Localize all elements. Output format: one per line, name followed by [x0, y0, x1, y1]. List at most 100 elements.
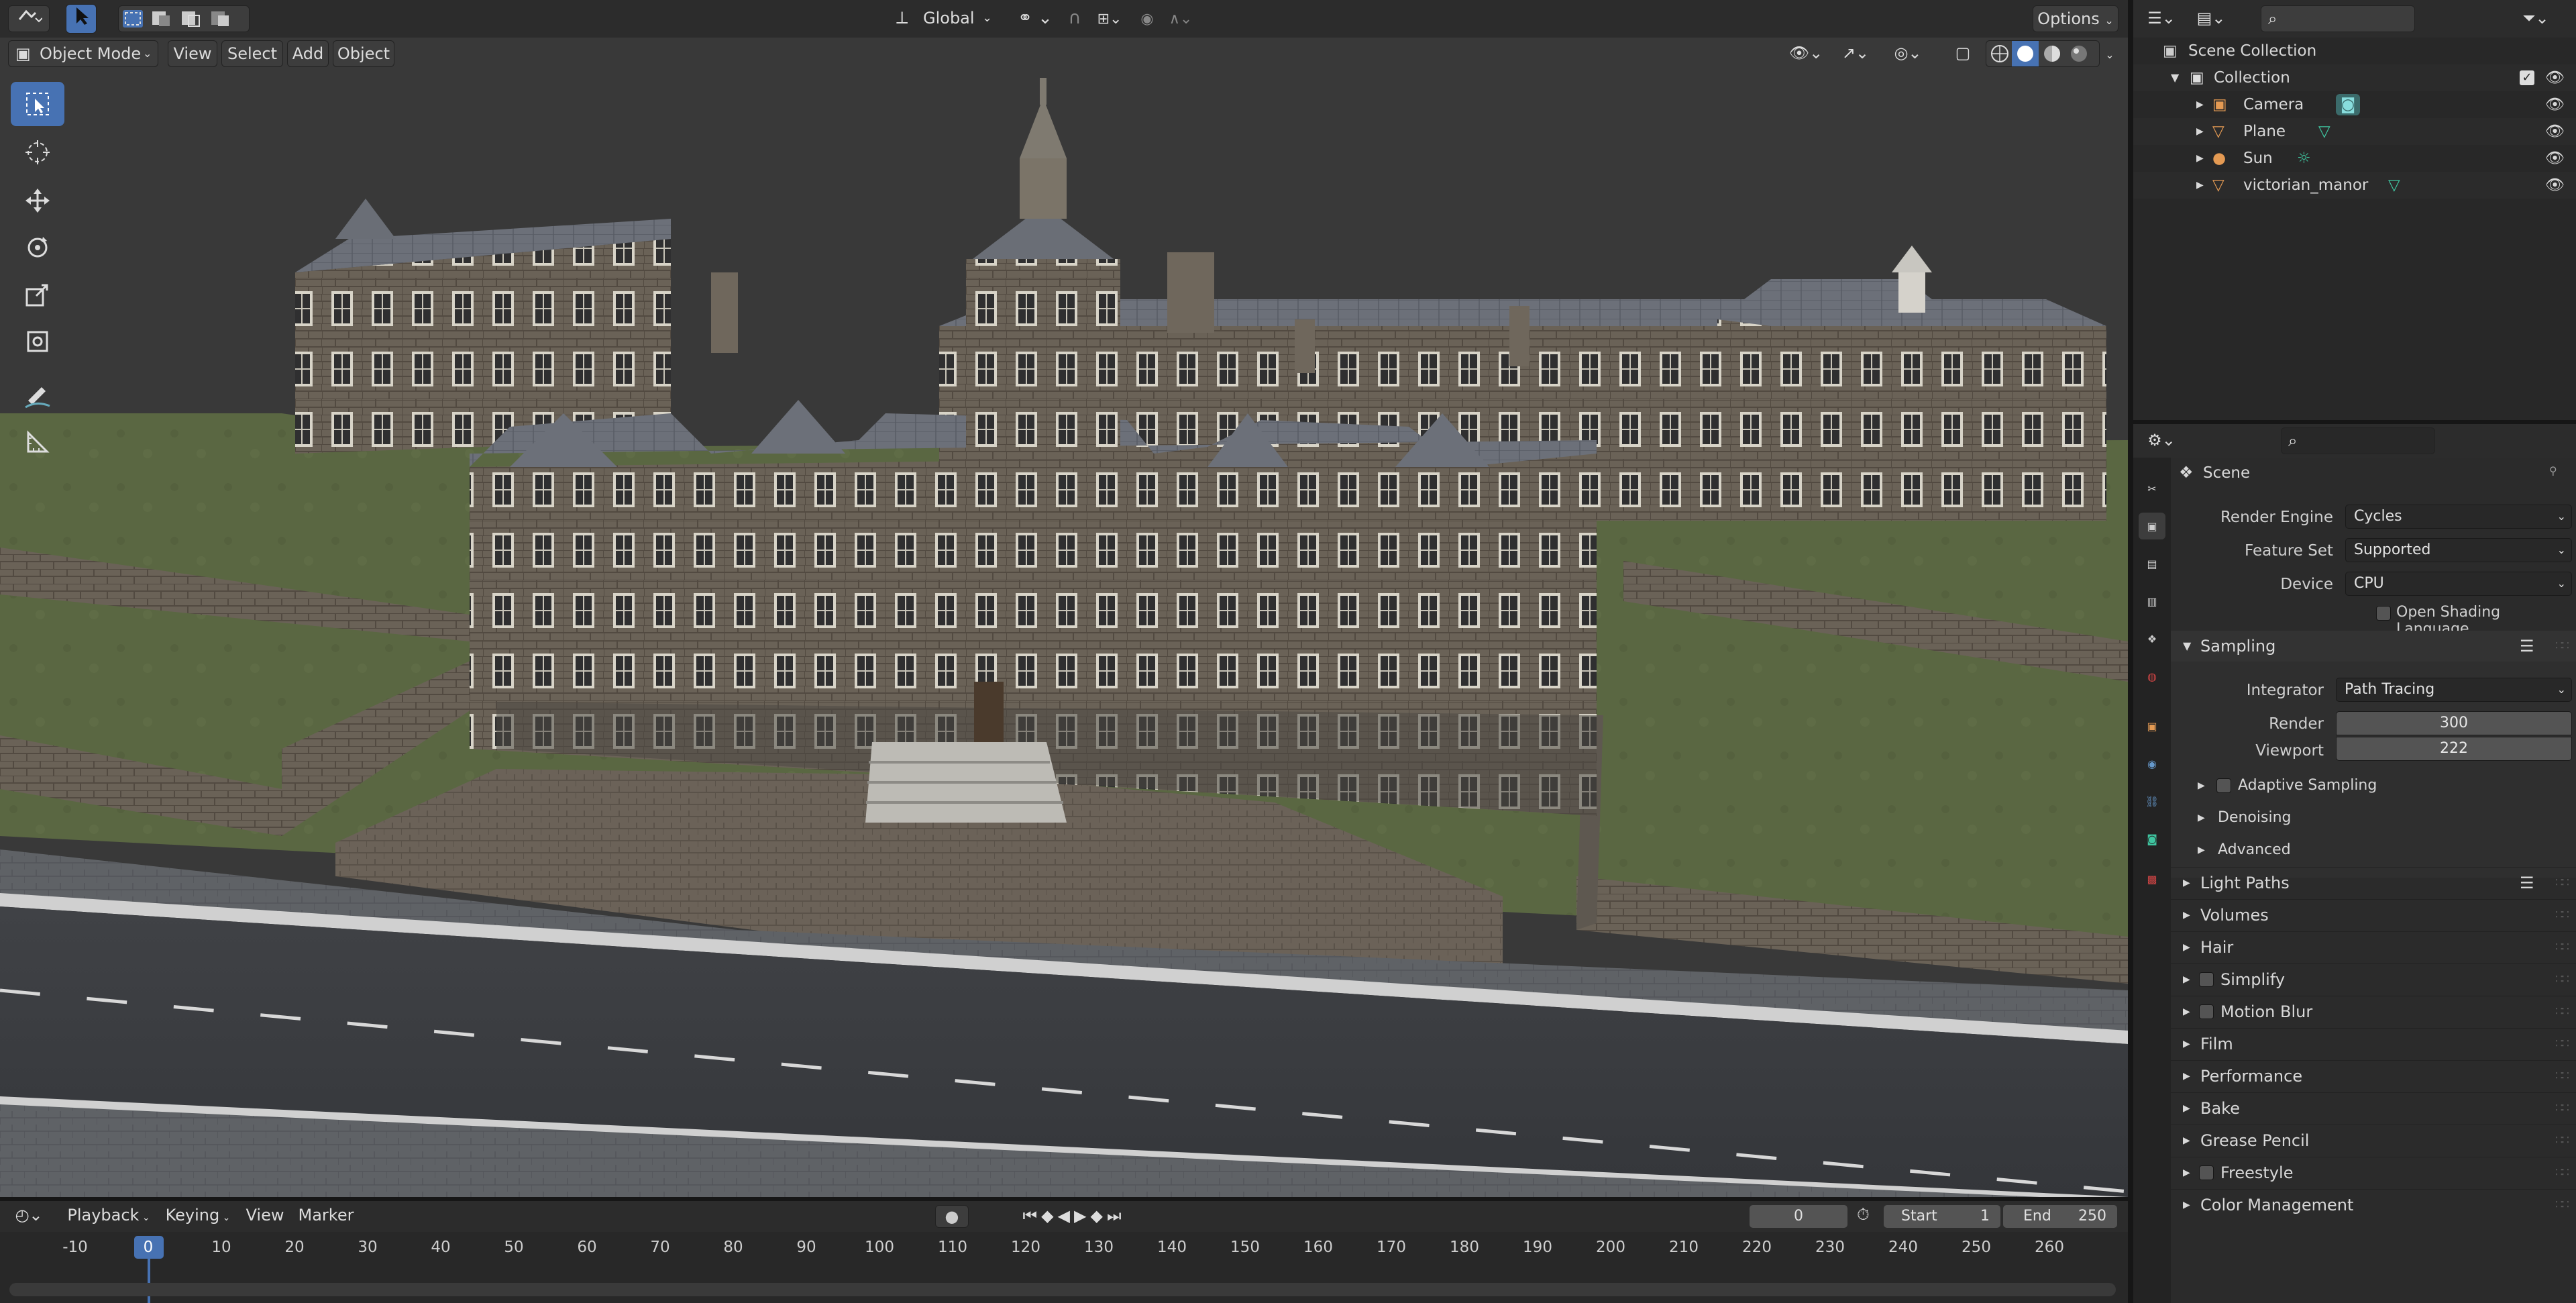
- drag-grip-icon[interactable]: ∷∷: [2555, 1125, 2569, 1156]
- subpanel-advanced[interactable]: ▶ Advanced: [2171, 835, 2576, 866]
- menu-select[interactable]: Select: [221, 40, 283, 67]
- panel-light-paths[interactable]: ▶ Light Paths ☰ ∷∷: [2171, 867, 2576, 898]
- visibility-dropdown[interactable]: 👁⌄: [1784, 40, 1827, 67]
- editor-type-button[interactable]: [8, 5, 50, 32]
- jump-end-icon[interactable]: ⏭: [1107, 1206, 1126, 1225]
- tool-measure[interactable]: [11, 420, 64, 464]
- current-frame-field[interactable]: 0: [1750, 1205, 1847, 1228]
- panel-freestyle[interactable]: ▶ Freestyle ∷∷: [2171, 1157, 2576, 1188]
- drag-grip-icon[interactable]: ∷∷: [2555, 868, 2569, 898]
- filter-dropdown[interactable]: ⏷⌄: [2509, 5, 2563, 32]
- drag-grip-icon[interactable]: ∷∷: [2555, 1190, 2569, 1220]
- shading-mode-buttons[interactable]: [1986, 40, 2100, 67]
- render-samples-field[interactable]: 300: [2336, 711, 2572, 735]
- drag-grip-icon[interactable]: ∷∷: [2555, 900, 2569, 931]
- overlays-dropdown[interactable]: ◎⌄: [1886, 40, 1929, 67]
- area-divider-horizontal[interactable]: [2133, 420, 2576, 424]
- tab-view-layer[interactable]: ▥: [2139, 588, 2165, 615]
- proportional-edit-toggle[interactable]: ◉: [1134, 5, 1161, 32]
- tab-texture[interactable]: ▩: [2139, 866, 2165, 892]
- subpanel-adaptive-sampling[interactable]: ▶ Adaptive Sampling: [2171, 770, 2576, 801]
- tab-object-data[interactable]: ◙: [2139, 825, 2165, 852]
- play-icon[interactable]: ▶: [1074, 1206, 1090, 1225]
- playback-controls[interactable]: ⏮◆◀▶◆⏭: [1000, 1205, 1148, 1228]
- panel-hair[interactable]: ▶ Hair ∷∷: [2171, 931, 2576, 962]
- tool-annotate[interactable]: [11, 373, 64, 417]
- selection-mode-buttons[interactable]: [118, 5, 250, 32]
- panel-simplify[interactable]: ▶ Simplify ∷∷: [2171, 963, 2576, 994]
- panel-sampling[interactable]: ▼ Sampling ☰ ∷∷: [2171, 631, 2576, 662]
- eye-icon[interactable]: 👁: [2545, 64, 2565, 91]
- panel-motion-blur[interactable]: ▶ Motion Blur ∷∷: [2171, 996, 2576, 1027]
- prev-keyframe-icon[interactable]: ◆: [1041, 1206, 1057, 1225]
- properties-search-input[interactable]: ⌕: [2281, 427, 2435, 454]
- integrator-dropdown[interactable]: Path Tracing ⌄: [2336, 678, 2572, 702]
- timeline-editor-type[interactable]: ◴⌄: [8, 1204, 50, 1228]
- menu-object[interactable]: Object: [333, 40, 394, 67]
- proportional-falloff-dropdown[interactable]: ∧⌄: [1163, 5, 1198, 32]
- next-keyframe-icon[interactable]: ◆: [1090, 1206, 1106, 1225]
- tab-tool[interactable]: ✂: [2139, 475, 2165, 502]
- freestyle-checkbox[interactable]: [2199, 1165, 2214, 1180]
- panel-bake[interactable]: ▶ Bake ∷∷: [2171, 1092, 2576, 1123]
- drag-grip-icon[interactable]: ∷∷: [2555, 1157, 2569, 1188]
- render-engine-dropdown[interactable]: Cycles ⌄: [2345, 505, 2572, 529]
- viewport-samples-field[interactable]: 222: [2336, 737, 2572, 761]
- stopwatch-icon[interactable]: ⏱: [1857, 1205, 1870, 1224]
- timeline-ruler[interactable]: -10 0 10 20 30 40 50 60 70 80 90 100 110 120 130 140 150…: [0, 1232, 2128, 1303]
- play-reverse-icon[interactable]: ◀: [1058, 1206, 1074, 1225]
- tab-object[interactable]: ▣: [2139, 713, 2165, 739]
- drag-grip-icon[interactable]: ∷∷: [2555, 1093, 2569, 1124]
- drag-grip-icon[interactable]: ∷∷: [2555, 631, 2569, 662]
- menu-marker[interactable]: Marker: [294, 1204, 358, 1228]
- menu-playback[interactable]: Playback ⌄: [62, 1204, 156, 1228]
- eye-icon[interactable]: 👁: [2545, 145, 2565, 172]
- pivot-point-dropdown[interactable]: ⚭ ⌄: [1012, 5, 1059, 32]
- tool-select-box[interactable]: [11, 82, 64, 126]
- tool-scale[interactable]: [11, 272, 64, 317]
- panel-color-management[interactable]: ▶ Color Management ∷∷: [2171, 1189, 2576, 1220]
- display-mode-dropdown[interactable]: ▤⌄: [2191, 5, 2231, 32]
- feature-set-dropdown[interactable]: Supported ⌄: [2345, 538, 2572, 562]
- presets-list-icon[interactable]: ☰: [2520, 868, 2534, 898]
- outliner-row-sun[interactable]: ▶ ● Sun ☼ 👁: [2133, 145, 2576, 172]
- outliner-editor-type[interactable]: ☰⌄: [2141, 5, 2182, 32]
- properties-editor-type[interactable]: ⚙⌄: [2141, 427, 2182, 454]
- tool-transform[interactable]: [11, 319, 64, 364]
- tool-cursor[interactable]: [11, 130, 64, 174]
- outliner-search-input[interactable]: ⌕: [2261, 5, 2415, 32]
- area-divider-timeline[interactable]: [0, 1197, 2128, 1201]
- osl-checkbox[interactable]: [2376, 606, 2391, 621]
- playhead-line[interactable]: [148, 1259, 150, 1303]
- adaptive-sampling-checkbox[interactable]: [2216, 778, 2231, 793]
- outliner-row-scene-collection[interactable]: ▣ Scene Collection: [2133, 38, 2576, 64]
- tab-modifiers[interactable]: ◉: [2139, 750, 2165, 777]
- tab-constraints[interactable]: ⛓: [2139, 788, 2165, 815]
- outliner-row-collection[interactable]: ▼ ▣ Collection ✓ 👁: [2133, 64, 2576, 91]
- drag-grip-icon[interactable]: ∷∷: [2555, 996, 2569, 1027]
- outliner-row-victorian-manor[interactable]: ▶ ▽ victorian_manor ▽ 👁: [2133, 172, 2576, 199]
- subpanel-denoising[interactable]: ▶ Denoising: [2171, 802, 2576, 833]
- tab-output[interactable]: ▤: [2139, 550, 2165, 577]
- tab-world[interactable]: ◍: [2139, 663, 2165, 690]
- pin-icon[interactable]: ⚲: [2549, 464, 2557, 477]
- menu-view[interactable]: View: [168, 40, 217, 67]
- transform-orientation-dropdown[interactable]: ⟂ Global ⌄: [892, 5, 1000, 32]
- panel-performance[interactable]: ▶ Performance ∷∷: [2171, 1060, 2576, 1091]
- drag-grip-icon[interactable]: ∷∷: [2555, 964, 2569, 995]
- 3d-viewport[interactable]: ▣ Object Mode ⌄ View Select Add Object 👁…: [0, 38, 2128, 1201]
- menu-keying[interactable]: Keying ⌄: [158, 1204, 237, 1228]
- end-frame-field[interactable]: End 250: [2003, 1205, 2117, 1228]
- tool-rotate[interactable]: [11, 225, 64, 270]
- jump-start-icon[interactable]: ⏮: [1022, 1206, 1041, 1225]
- menu-add[interactable]: Add: [287, 40, 329, 67]
- eye-icon[interactable]: 👁: [2545, 172, 2565, 199]
- drag-grip-icon[interactable]: ∷∷: [2555, 1061, 2569, 1092]
- shading-options-dropdown[interactable]: ⌄: [2100, 40, 2120, 67]
- record-button[interactable]: ●: [935, 1205, 969, 1228]
- outliner-row-plane[interactable]: ▶ ▽ Plane ▽ 👁: [2133, 118, 2576, 145]
- presets-list-icon[interactable]: ☰: [2520, 631, 2534, 662]
- panel-film[interactable]: ▶ Film ∷∷: [2171, 1028, 2576, 1059]
- gizmo-dropdown[interactable]: ↗⌄: [1834, 40, 1877, 67]
- menu-view[interactable]: View: [241, 1204, 288, 1228]
